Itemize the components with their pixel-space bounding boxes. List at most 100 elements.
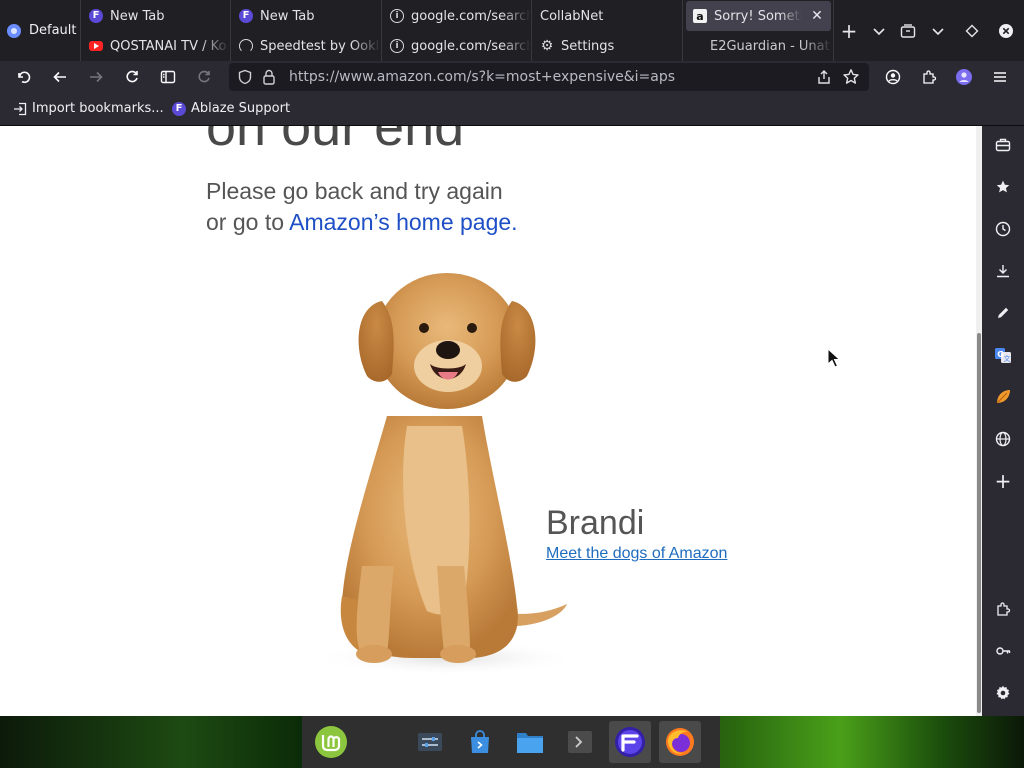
profile-avatar-button[interactable] <box>950 63 978 91</box>
back-button[interactable] <box>46 63 74 91</box>
floorp-browser-button[interactable] <box>609 721 651 763</box>
taskbar-dock <box>302 716 720 768</box>
sidebar-item-settings[interactable] <box>991 681 1015 705</box>
close-window-button[interactable] <box>991 0 1021 61</box>
error-line-2-prefix: or go to <box>206 209 290 235</box>
svg-text:文: 文 <box>1004 354 1011 363</box>
sidebar-item-translate[interactable]: G文 <box>991 343 1015 367</box>
sidebar-item-notes[interactable] <box>991 301 1015 325</box>
share-icon[interactable] <box>815 68 833 86</box>
sidebar-item-downloads[interactable] <box>991 259 1015 283</box>
refresh-disabled-button[interactable] <box>190 63 218 91</box>
tab-collabnet[interactable]: CollabNet <box>533 1 682 31</box>
info-icon: i <box>390 9 404 23</box>
sidebar-item-leaf[interactable] <box>991 385 1015 409</box>
address-bar[interactable]: https://www.amazon.com/s?k=most+expensiv… <box>229 63 869 91</box>
tab-new-tab-2[interactable]: F New Tab <box>232 1 381 31</box>
undo-close-tab-button[interactable] <box>10 63 38 91</box>
show-desktop-button[interactable] <box>409 721 451 763</box>
folder-icon <box>517 733 543 753</box>
floorp-icon: F <box>172 101 186 116</box>
tab-title: google.com/search <box>411 38 531 54</box>
chevron-down-icon <box>932 27 944 35</box>
tab-title: New Tab <box>110 8 165 24</box>
plus-icon: + <box>994 469 1012 493</box>
sidebar-toggle-button[interactable] <box>154 63 182 91</box>
error-message: Please go back and try again or go to Am… <box>206 176 518 238</box>
google-translate-icon: G文 <box>995 348 1011 363</box>
bookmark-label: Ablaze Support <box>191 101 291 116</box>
mouse-cursor-icon <box>827 348 841 368</box>
tab-manager-button[interactable] <box>893 0 923 61</box>
key-icon <box>996 647 1011 655</box>
tab-google-search-2[interactable]: i google.com/search <box>383 31 531 61</box>
software-manager-button[interactable] <box>459 721 501 763</box>
tab-title: google.com/search <box>411 8 531 24</box>
hamburger-menu-icon <box>994 72 1006 82</box>
shopping-bag-icon <box>471 730 489 753</box>
terminal-button[interactable] <box>559 721 601 763</box>
floorp-icon <box>615 727 645 757</box>
sidebar-item-history[interactable] <box>991 217 1015 241</box>
error-line-2: or go to Amazon’s home page. <box>206 207 518 238</box>
tab-column-1: F New Tab QOSTANAI TV / Ko <box>82 0 231 61</box>
page-content: on our end Please go back and try again … <box>0 126 976 716</box>
sidebar-item-web-panel[interactable] <box>991 427 1015 451</box>
profile-button[interactable]: Default <box>0 0 81 61</box>
bookmark-label: Import bookmarks... <box>32 101 164 116</box>
globe-icon <box>995 431 1011 447</box>
tab-column-2: F New Tab Speedtest by Ookla <box>232 0 382 61</box>
window-menu-button[interactable] <box>923 0 953 61</box>
reload-button[interactable] <box>118 63 146 91</box>
os-taskbar <box>0 716 1024 768</box>
tab-new-tab-1[interactable]: F New Tab <box>82 1 230 31</box>
list-all-tabs-button[interactable] <box>864 0 894 61</box>
url-text[interactable]: https://www.amazon.com/s?k=most+expensiv… <box>289 69 675 85</box>
youtube-icon <box>89 41 103 51</box>
sidebar-item-briefcase[interactable] <box>991 133 1015 157</box>
sidebar-add-panel-button[interactable]: + <box>991 469 1015 493</box>
restore-window-button[interactable] <box>957 0 987 61</box>
page-scrollbar-thumb[interactable] <box>977 333 981 713</box>
tab-column-4: CollabNet ⚙ Settings <box>533 0 683 61</box>
navigation-toolbar: https://www.amazon.com/s?k=most+expensiv… <box>0 61 1024 94</box>
tab-google-search-1[interactable]: i google.com/search <box>383 1 531 31</box>
mint-menu-button[interactable] <box>310 721 352 763</box>
download-icon <box>997 265 1009 278</box>
bookmark-star-icon[interactable] <box>841 67 861 87</box>
meet-the-dogs-link[interactable]: Meet the dogs of Amazon <box>546 545 727 563</box>
linux-mint-icon <box>315 726 347 758</box>
forward-button[interactable] <box>82 63 110 91</box>
lock-icon[interactable] <box>260 68 278 86</box>
floorp-icon: F <box>89 9 103 23</box>
bookmark-import[interactable]: Import bookmarks... <box>13 101 164 116</box>
tab-manager-icon <box>900 23 916 38</box>
tab-qostanai-tv[interactable]: QOSTANAI TV / Ko <box>82 31 230 61</box>
tracking-protection-shield-icon[interactable] <box>236 68 254 86</box>
new-tab-button[interactable]: + <box>834 0 864 61</box>
tab-title: Settings <box>561 38 615 54</box>
amazon-home-link[interactable]: Amazon’s home page. <box>289 209 517 235</box>
tab-e2guardian[interactable]: E2Guardian - Unat <box>684 31 833 61</box>
sidebar-item-extensions[interactable] <box>991 597 1015 621</box>
extensions-button[interactable] <box>915 63 943 91</box>
file-manager-button[interactable] <box>509 721 551 763</box>
bookmark-ablaze-support[interactable]: F Ablaze Support <box>172 101 290 116</box>
amazon-icon: a <box>693 9 707 23</box>
firefox-button[interactable] <box>659 721 701 763</box>
avatar-icon <box>956 69 972 85</box>
arrow-right-icon <box>90 71 103 83</box>
tab-amazon-sorry[interactable]: a Sorry! Something ✕ <box>686 1 831 31</box>
close-tab-icon[interactable]: ✕ <box>809 8 825 24</box>
puzzle-piece-icon <box>997 602 1011 616</box>
app-menu-button[interactable] <box>986 63 1014 91</box>
sidebar-icon <box>160 70 176 84</box>
tab-title: E2Guardian - Unat <box>710 38 830 54</box>
reload-icon <box>198 70 210 83</box>
tab-speedtest[interactable]: Speedtest by Ookla <box>232 31 381 61</box>
account-button[interactable] <box>879 63 907 91</box>
sidebar-item-passwords[interactable] <box>991 639 1015 663</box>
sidebar-item-bookmarks[interactable] <box>991 175 1015 199</box>
diamond-icon <box>965 24 979 37</box>
tab-settings[interactable]: ⚙ Settings <box>533 31 682 61</box>
